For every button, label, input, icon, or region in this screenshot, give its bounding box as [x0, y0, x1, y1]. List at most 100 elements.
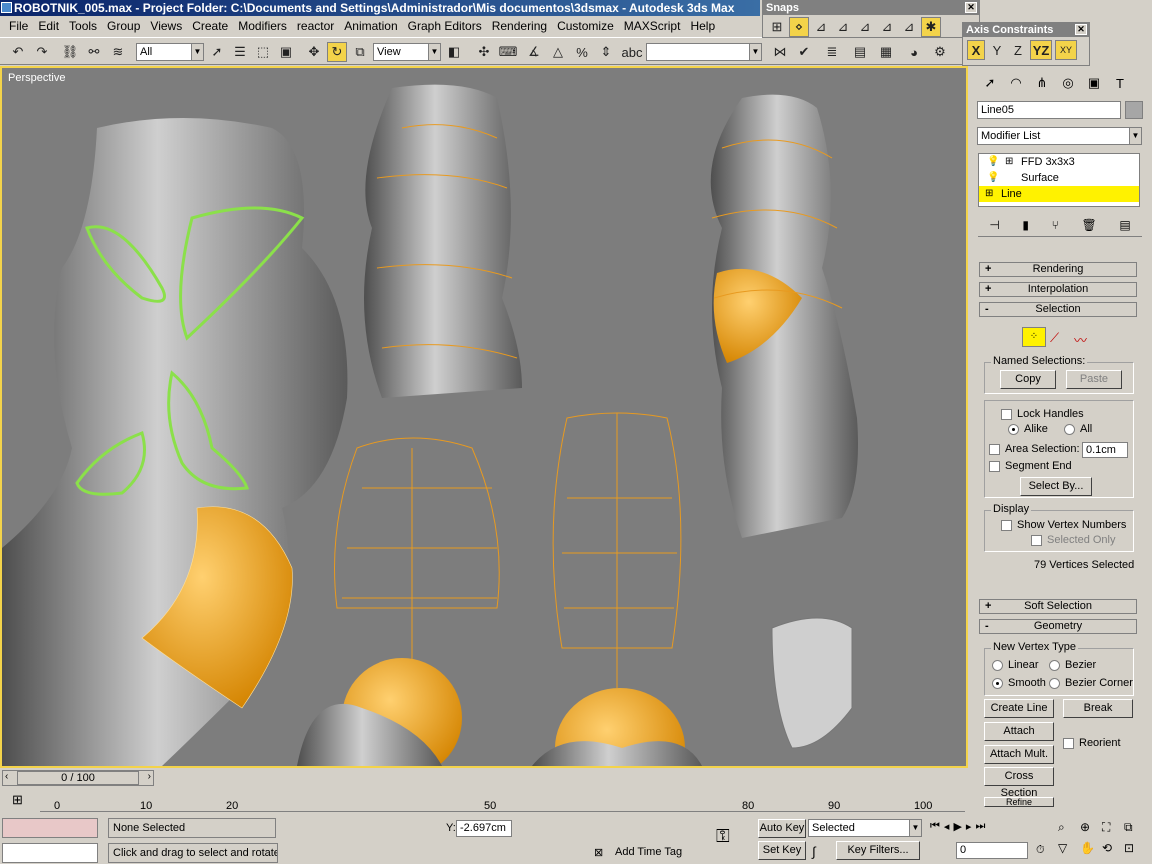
object-color-swatch[interactable] [1125, 101, 1143, 119]
face-snap-icon[interactable]: ⊿ [877, 17, 897, 37]
y-coordinate-field[interactable]: -2.697cm [456, 820, 512, 837]
geometry-rollout[interactable]: - Geometry [979, 619, 1137, 634]
selected-only-checkbox[interactable]: Selected Only [1031, 534, 1115, 546]
time-slider-thumb[interactable]: 0 / 100 [17, 771, 139, 785]
rectangular-selection-icon[interactable]: ⬚ [253, 42, 273, 62]
time-configuration-icon[interactable]: ⏱ [1036, 844, 1045, 857]
set-key-button[interactable]: Set Key [758, 841, 806, 860]
menu-file[interactable]: File [4, 16, 33, 36]
open-mini-curve-editor-icon[interactable]: ⊞ [12, 792, 23, 808]
utilities-tab-icon[interactable]: T [1108, 72, 1132, 94]
make-unique-icon[interactable]: ⑂ [1052, 218, 1059, 232]
area-selection-checkbox[interactable]: Area Selection: [989, 443, 1080, 455]
axis-y-button[interactable]: Y [988, 40, 1006, 60]
interpolation-rollout[interactable]: + Interpolation [979, 282, 1137, 297]
menu-reactor[interactable]: reactor [292, 16, 339, 36]
align-icon[interactable]: ✔ [794, 42, 814, 62]
field-of-view-icon[interactable]: ▽ [1058, 841, 1080, 855]
linear-radio[interactable]: Linear [992, 659, 1039, 671]
stack-item[interactable]: ⊞ Line [979, 186, 1139, 202]
configure-modifier-sets-icon[interactable]: ▤ [1119, 218, 1130, 232]
all-radio[interactable]: All [1064, 423, 1092, 435]
endpoint-snap-icon[interactable]: ⊿ [811, 17, 831, 37]
perspective-viewport[interactable]: Perspective [0, 66, 968, 768]
bind-space-warp-icon[interactable]: ≋ [108, 42, 128, 62]
show-end-result-icon[interactable]: ▮ [1022, 218, 1029, 232]
select-and-scale-icon[interactable]: ⧉ [350, 42, 370, 62]
snap-toggle-icon[interactable]: ∡ [524, 42, 544, 62]
menu-customize[interactable]: Customize [552, 16, 619, 36]
menu-tools[interactable]: Tools [64, 16, 102, 36]
key-filters-button[interactable]: Key Filters... [836, 841, 920, 860]
pin-stack-icon[interactable]: ⊣ [989, 218, 999, 232]
selection-rollout[interactable]: - Selection [979, 302, 1137, 317]
schematic-view-icon[interactable]: ▦ [876, 42, 896, 62]
modifier-list-dropdown[interactable]: Modifier List ▼ [977, 127, 1142, 145]
remove-modifier-icon[interactable]: 🗑 [1081, 218, 1096, 232]
current-frame-field[interactable]: 0 [956, 842, 1028, 859]
named-selection-set-dropdown[interactable]: ▼ [646, 43, 762, 61]
menu-rendering[interactable]: Rendering [487, 16, 552, 36]
light-bulb-icon[interactable]: 💡 [987, 154, 999, 170]
hierarchy-tab-icon[interactable]: ⋔ [1030, 72, 1054, 94]
modify-tab-icon[interactable]: ◠ [1004, 72, 1028, 94]
go-to-end-icon[interactable]: ⏭ [975, 820, 985, 833]
grid-points-snap-icon[interactable]: ⊞ [767, 17, 787, 37]
material-editor-icon[interactable]: ◕ [904, 42, 924, 62]
timeline-track[interactable]: 0 10 20 50 80 90 100 [40, 790, 965, 812]
play-icon[interactable]: ▶ [953, 820, 961, 833]
reference-coordinate-dropdown[interactable]: View ▼ [373, 43, 441, 61]
rendering-rollout[interactable]: + Rendering [979, 262, 1137, 277]
arc-rotate-icon[interactable]: ⟲ [1102, 841, 1124, 855]
zoom-icon[interactable]: ⌕ [1058, 820, 1080, 835]
menu-modifiers[interactable]: Modifiers [233, 16, 292, 36]
menu-animation[interactable]: Animation [339, 16, 402, 36]
expand-icon[interactable]: ⊞ [985, 186, 993, 202]
maxscript-listener-field[interactable] [2, 818, 98, 838]
break-button[interactable]: Break [1063, 699, 1133, 718]
next-frame-icon[interactable]: ▸ [966, 820, 972, 833]
smooth-radio[interactable]: Smooth [992, 677, 1046, 689]
attach-mult-button[interactable]: Attach Mult. [984, 745, 1054, 764]
percent-snap-icon[interactable]: % [572, 42, 592, 62]
maximize-viewport-icon[interactable]: ⊡ [1124, 841, 1146, 855]
chevron-right-icon[interactable]: › [148, 771, 151, 782]
axis-z-button[interactable]: Z [1009, 40, 1027, 60]
render-scene-icon[interactable]: ⚙ [930, 42, 950, 62]
curve-editor-icon[interactable]: ▤ [850, 42, 870, 62]
edge-snap-icon[interactable]: ⊿ [855, 17, 875, 37]
go-to-start-icon[interactable]: ⏮ [930, 820, 940, 833]
previous-frame-icon[interactable]: ◂ [944, 820, 950, 833]
axis-xy-button[interactable]: XY [1055, 40, 1077, 60]
menu-maxscript[interactable]: MAXScript [619, 16, 686, 36]
snap-options-icon[interactable]: ✱ [921, 17, 941, 37]
axis-yz-button[interactable]: YZ [1030, 40, 1052, 60]
zoom-all-icon[interactable]: ⊕ [1080, 820, 1102, 835]
unlink-icon[interactable]: ⚯ [84, 42, 104, 62]
manipulate-icon[interactable]: ✣ [474, 42, 494, 62]
select-and-rotate-icon[interactable]: ↻ [327, 42, 347, 62]
create-line-button[interactable]: Create Line [984, 699, 1054, 718]
angle-snap-icon[interactable]: △ [548, 42, 568, 62]
close-icon[interactable]: ✕ [965, 2, 977, 13]
refine-button[interactable]: Refine [984, 797, 1054, 807]
edit-named-selection-icon[interactable]: abc [622, 42, 643, 62]
bezier-radio[interactable]: Bezier [1049, 659, 1096, 671]
auto-key-button[interactable]: Auto Key [758, 819, 806, 838]
menu-edit[interactable]: Edit [33, 16, 64, 36]
area-selection-spinner[interactable]: 0.1cm [1082, 442, 1128, 458]
spinner-snap-icon[interactable]: ⇕ [596, 42, 616, 62]
cross-section-button[interactable]: Cross Section [984, 767, 1054, 799]
object-name-field[interactable]: Line05 [977, 101, 1121, 119]
time-slider[interactable]: ‹ 0 / 100 › [2, 770, 154, 786]
window-crossing-icon[interactable]: ▣ [276, 42, 296, 62]
key-mode-dropdown[interactable]: Selected ▼ [808, 819, 922, 837]
select-object-icon[interactable]: ➚ [207, 42, 227, 62]
maxscript-input-field[interactable] [2, 843, 98, 863]
copy-button[interactable]: Copy [1000, 370, 1056, 389]
selection-filter-dropdown[interactable]: All ▼ [136, 43, 204, 61]
zoom-extents-all-icon[interactable]: ⧉ [1124, 820, 1146, 835]
close-icon[interactable]: ✕ [1075, 24, 1087, 35]
menu-help[interactable]: Help [685, 16, 720, 36]
show-vertex-numbers-checkbox[interactable]: Show Vertex Numbers [1001, 519, 1126, 531]
